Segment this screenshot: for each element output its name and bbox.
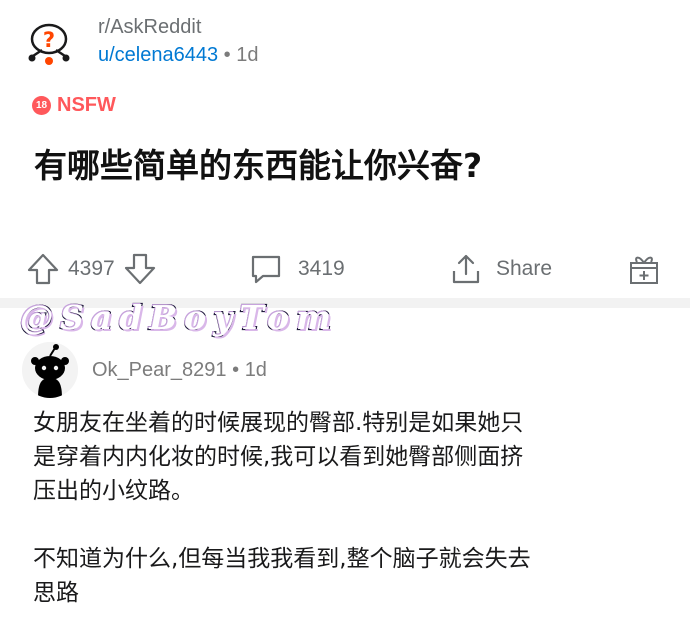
svg-text:?: ? (43, 28, 55, 52)
vote-count: 4397 (68, 257, 115, 280)
comment-age: 1d (244, 358, 267, 381)
comments-button[interactable]: 3419 (248, 247, 345, 291)
nsfw-label: NSFW (57, 94, 116, 116)
meta-separator: • (232, 358, 240, 381)
post-action-bar: 4397 3419 Share (0, 247, 690, 291)
post-meta: r/AskReddit u/celena6443 • 1d (98, 15, 259, 68)
share-label: Share (496, 257, 553, 280)
post-author-line: u/celena6443 • 1d (98, 43, 259, 68)
askreddit-snoo-icon[interactable]: ? (20, 12, 78, 70)
upvote-arrow-icon[interactable] (26, 252, 60, 286)
award-button[interactable] (626, 247, 662, 291)
comment-paragraph: 不知道为什么,但每当我我看到,整个脑子就会失去 思路 (33, 546, 531, 606)
subreddit-link[interactable]: r/AskReddit (98, 15, 259, 40)
comment-body: 女朋友在坐着的时候展现的臀部.特别是如果她只 是穿着内内化妆的时候,我可以看到她… (33, 406, 673, 644)
downvote-arrow-icon[interactable] (123, 252, 157, 286)
meta-separator: • (223, 43, 231, 66)
post-title[interactable]: 有哪些简单的东西能让你兴奋? (34, 145, 674, 186)
default-snoo-avatar-icon[interactable] (22, 342, 78, 398)
post-age: 1d (236, 43, 259, 66)
gift-box-icon (626, 251, 662, 287)
speech-bubble-icon (248, 251, 284, 287)
watermark: @SadBoyTom (19, 297, 339, 338)
comment-meta: Ok_Pear_8291 • 1d (92, 359, 267, 382)
vote-group: 4397 (26, 247, 157, 291)
share-upload-icon (450, 252, 482, 286)
comment-author[interactable]: Ok_Pear_8291 (92, 359, 227, 381)
nsfw-tag: 18 NSFW (32, 94, 116, 117)
comment-header: Ok_Pear_8291 • 1d (22, 342, 267, 398)
nsfw-18-icon: 18 (32, 96, 51, 115)
author-link[interactable]: u/celena6443 (98, 44, 218, 66)
post-header: ? r/AskReddit u/celena6443 • 1d (20, 12, 259, 70)
comment-paragraph: 女朋友在坐着的时候展现的臀部.特别是如果她只 是穿着内内化妆的时候,我可以看到她… (33, 410, 524, 504)
comment-count: 3419 (298, 257, 345, 280)
share-button[interactable]: Share (450, 247, 552, 291)
